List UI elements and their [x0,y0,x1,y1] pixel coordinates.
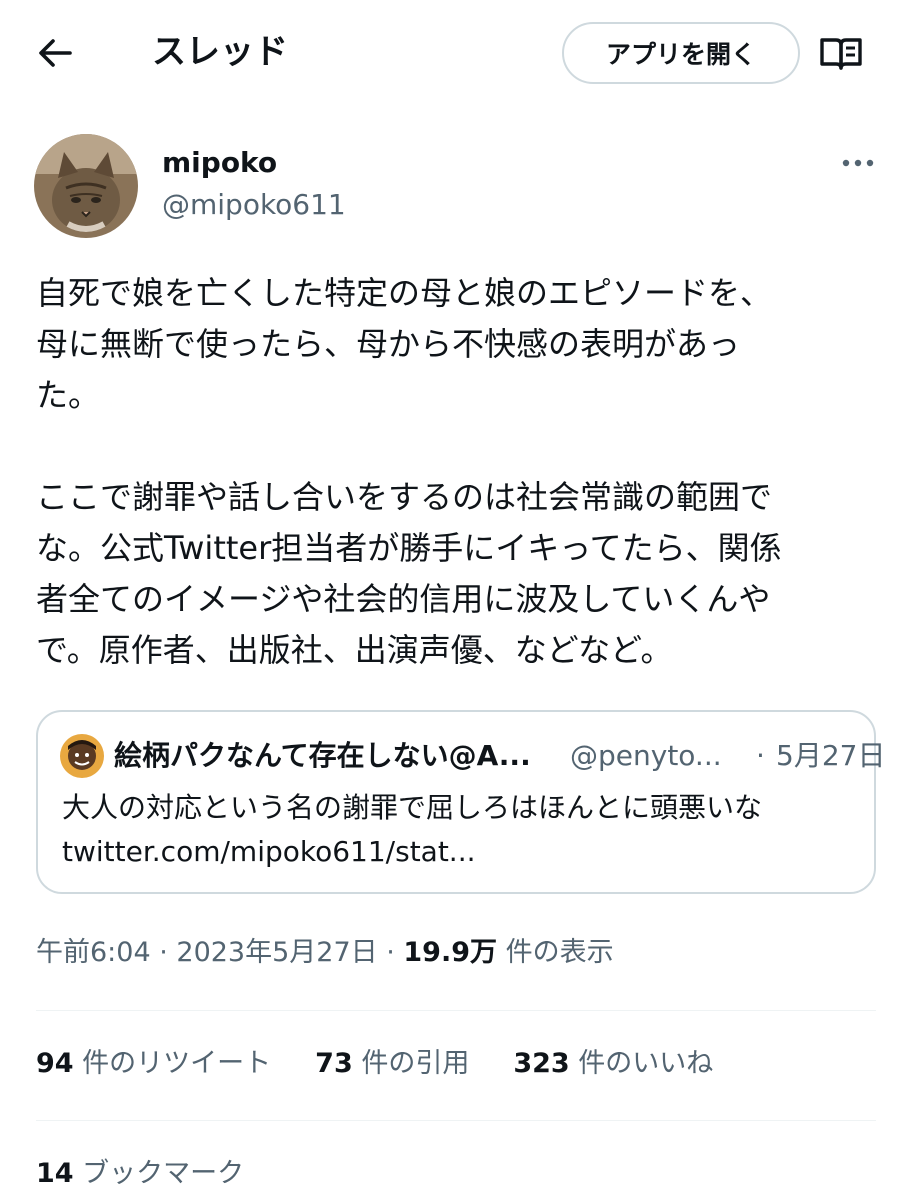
quoted-text: 大人の対応という名の謝罪で屈しろはほんとに頭悪いな twitter.com/mi… [62,791,763,868]
tweet-date[interactable]: 2023年5月27日 [176,937,377,968]
top-bar: スレッド アプリを開く [0,0,910,108]
quoted-author-handle: @penyto... [570,739,722,772]
quote-label: 件の引用 [352,1048,470,1079]
quote-count: 73 [315,1048,353,1079]
likes-stat[interactable]: 323 件のいいね [513,1048,713,1079]
retweets-stat[interactable]: 94 件のリツイート [36,1048,271,1079]
open-app-button[interactable]: アプリを開く [562,22,800,84]
quoted-date: 5月27日 [776,739,886,772]
like-label: 件のいいね [569,1048,714,1079]
bookmarks-stat[interactable]: 14 ブックマーク [36,1152,244,1196]
bookmark-count: 14 [36,1158,74,1189]
quoted-author-name: 絵柄パクなんて存在しない@A... [114,739,531,772]
divider [36,1010,876,1011]
quoted-separator: · [756,739,765,772]
tweet-meta: 午前6:04 · 2023年5月27日 · 19.9万 件の表示 [36,932,614,974]
meta-separator: · [150,937,177,968]
quotes-stat[interactable]: 73 件の引用 [315,1048,469,1079]
bookmark-label: ブックマーク [73,1158,245,1189]
quoted-author-avatar [60,734,104,778]
meta-separator: · [377,937,404,968]
tweet-time[interactable]: 午前6:04 [36,937,151,968]
page-title: スレッド [152,32,288,72]
view-label: 件の表示 [497,937,614,968]
engagement-stats: 94 件のリツイート 73 件の引用 323 件のいいね [36,1042,757,1086]
more-horizontal-icon[interactable] [838,148,878,178]
author-name[interactable]: mipoko [162,144,277,182]
quoted-tweet[interactable]: 絵柄パクなんて存在しない@A... @penyto... · 5月27日 大人の… [36,710,885,894]
open-book-icon[interactable] [818,34,864,74]
author-avatar[interactable] [34,134,138,238]
arrow-left-icon[interactable] [32,30,78,76]
tweet-text: 自死で娘を亡くした特定の母と娘のエピソードを、 母に無断で使ったら、母から不快感… [36,274,782,669]
retweet-label: 件のリツイート [73,1048,272,1079]
like-count: 323 [513,1048,570,1079]
retweet-count: 94 [36,1048,74,1079]
divider [36,1120,876,1121]
view-count: 19.9万 [403,937,498,968]
author-handle[interactable]: @mipoko611 [162,186,346,224]
